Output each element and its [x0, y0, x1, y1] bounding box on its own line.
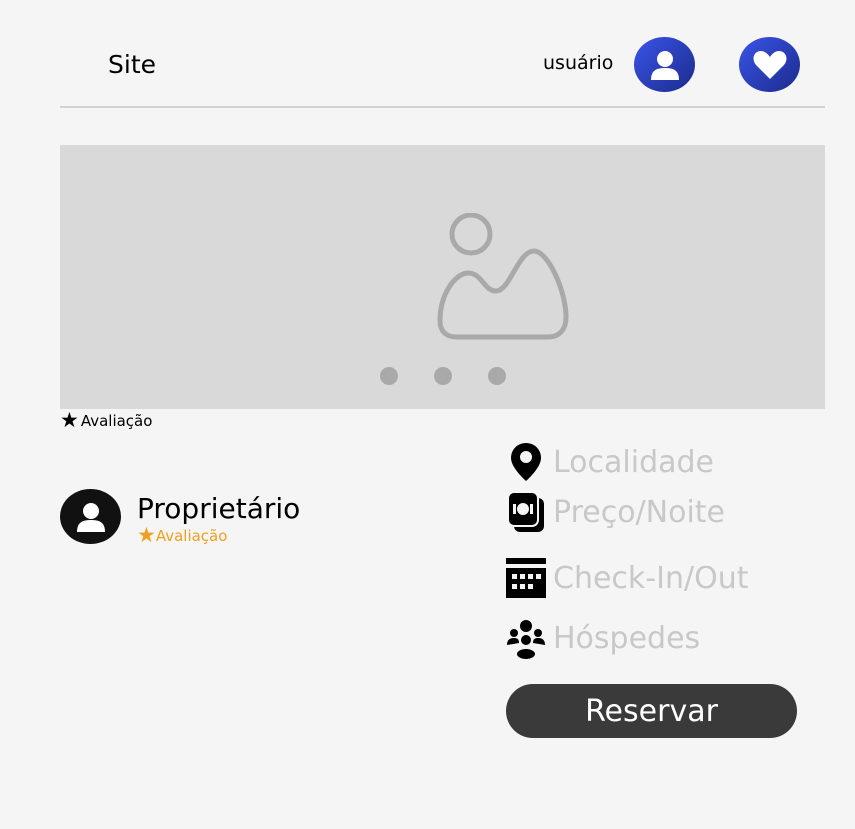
carousel-dot-3[interactable]	[488, 367, 506, 385]
heart-icon	[753, 50, 786, 79]
checkin-text: Check-In/Out	[553, 560, 749, 596]
guests-text: Hóspedes	[553, 620, 701, 656]
listing-image-carousel[interactable]	[60, 145, 825, 409]
username-label: usuário	[543, 52, 614, 74]
user-avatar-button[interactable]	[634, 37, 695, 92]
checkin-row: Check-In/Out	[505, 557, 748, 599]
user-icon	[650, 50, 679, 80]
guests-row: Hóspedes	[505, 617, 700, 659]
listing-rating-label: Avaliação	[80, 411, 153, 430]
listing-rating: ★ Avaliação	[60, 410, 152, 431]
calendar-icon	[505, 557, 547, 599]
owner-avatar[interactable]	[60, 489, 121, 544]
site-title[interactable]: Site	[108, 50, 156, 79]
location-row: Localidade	[505, 441, 714, 483]
money-icon	[505, 491, 547, 533]
location-pin-icon	[505, 441, 547, 483]
carousel-dot-2[interactable]	[434, 367, 452, 385]
star-icon: ★	[137, 523, 156, 547]
favorites-button[interactable]	[739, 37, 800, 92]
image-placeholder-icon	[437, 213, 569, 340]
price-row: Preço/Noite	[505, 491, 725, 533]
price-text: Preço/Noite	[553, 494, 726, 530]
reserve-button[interactable]: Reservar	[506, 684, 797, 738]
owner-rating-label: Avaliação	[155, 526, 228, 545]
header-divider	[60, 106, 825, 108]
user-icon	[76, 502, 105, 532]
owner-name[interactable]: Proprietário	[137, 492, 300, 525]
carousel-dot-1[interactable]	[380, 367, 398, 385]
location-text: Localidade	[553, 444, 715, 480]
owner-rating: ★ Avaliação	[137, 525, 227, 546]
star-icon: ★	[60, 408, 79, 432]
guests-icon	[505, 617, 547, 659]
